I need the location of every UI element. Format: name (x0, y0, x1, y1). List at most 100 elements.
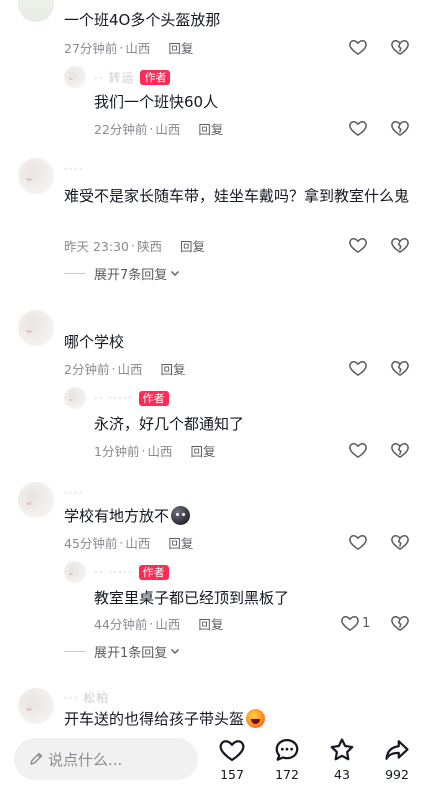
divider (64, 272, 86, 274)
dislike-button[interactable] (390, 36, 410, 58)
avatar[interactable] (18, 688, 54, 724)
like-button[interactable] (348, 357, 368, 379)
favorite-button[interactable]: 43 (319, 736, 365, 782)
dislike-button[interactable] (390, 357, 410, 379)
comment-text-content: 学校有地方放不 (64, 507, 170, 525)
author-name[interactable]: ··· 松柏 (64, 689, 109, 706)
author-name[interactable]: ·· 转运 (94, 69, 134, 86)
reply-text: 我们一个班快60人 (94, 93, 219, 111)
reply-meta: 44分钟前 · 山西 回复 (94, 614, 224, 633)
reply-author: ·· ····· 作者 (94, 563, 169, 581)
comment-meta: 昨天 23:30 · 陕西 回复 (64, 236, 206, 255)
avatar[interactable] (64, 66, 86, 88)
reply-author: ·· ····· 作者 (94, 389, 169, 407)
dislike-button[interactable] (390, 234, 410, 256)
reply-location: 山西 (155, 121, 181, 137)
broken-heart-icon (391, 238, 409, 253)
dislike-button[interactable] (390, 612, 410, 634)
reply-time: 44分钟前 (94, 616, 148, 632)
reply-meta: 1分钟前 · 山西 回复 (94, 441, 216, 460)
author-name[interactable]: ···· (64, 162, 83, 176)
like-button[interactable] (348, 117, 368, 139)
author-badge: 作者 (138, 390, 169, 406)
comments-button[interactable]: 172 (264, 736, 310, 782)
share-arrow-icon (385, 740, 409, 760)
reply-author: ·· 转运 作者 (94, 68, 171, 86)
reply-button[interactable]: 回复 (198, 119, 223, 138)
dislike-button[interactable] (390, 117, 410, 139)
avatar[interactable] (64, 387, 86, 409)
like-count: 1 (362, 615, 371, 631)
comment-text: 一个班4O多个头盔放那 (64, 11, 221, 29)
like-video-button[interactable]: 157 (209, 736, 255, 782)
avatar[interactable] (18, 310, 54, 346)
avatar[interactable] (64, 561, 86, 583)
comment-count: 172 (275, 767, 299, 782)
like-button[interactable] (348, 234, 368, 256)
reply-button[interactable]: 回复 (180, 236, 205, 255)
reply-button[interactable]: 回复 (168, 38, 193, 57)
comment-input[interactable]: 说点什么... (14, 738, 198, 780)
like-button[interactable] (348, 531, 368, 553)
broken-heart-icon (391, 40, 409, 55)
reply-button[interactable]: 回复 (198, 614, 223, 633)
author-name[interactable]: ·· ····· (94, 565, 133, 579)
comment-text-content: 开车送的也得给孩子带头盔 (64, 710, 245, 728)
reply-location: 山西 (147, 443, 173, 459)
comment-location: 陕西 (136, 238, 162, 254)
broken-heart-icon (391, 535, 409, 550)
comment-text: 哪个学校 (64, 333, 125, 351)
broken-heart-icon (391, 443, 409, 458)
comment-meta: 45分钟前 · 山西 回复 (64, 533, 194, 552)
heart-icon (349, 360, 367, 376)
divider (64, 650, 86, 652)
reply-button[interactable]: 回复 (168, 533, 193, 552)
author-badge: 作者 (138, 564, 169, 580)
heart-icon (349, 442, 367, 458)
author-badge: 作者 (140, 69, 171, 85)
chevron-down-icon (171, 271, 180, 276)
reply-time: 22分钟前 (94, 121, 148, 137)
heart-icon (349, 39, 367, 55)
comment-meta: 2分钟前 · 山西 回复 (64, 359, 186, 378)
comment-time: 27分钟前 (64, 40, 118, 56)
comment-location: 山西 (125, 40, 151, 56)
reply-button[interactable]: 回复 (160, 359, 185, 378)
angry-face-emoji-icon (246, 709, 266, 728)
avatar[interactable] (18, 158, 54, 194)
comment-time: 45分钟前 (64, 535, 118, 551)
reply-location: 山西 (155, 616, 181, 632)
comment-meta: 27分钟前 · 山西 回复 (64, 38, 194, 57)
like-button[interactable] (348, 439, 368, 461)
comment-time: 昨天 23:30 (64, 238, 129, 254)
chevron-down-icon (171, 649, 180, 654)
favorite-count: 43 (334, 767, 350, 782)
share-count: 992 (385, 767, 409, 782)
avatar[interactable] (18, 0, 54, 22)
like-button[interactable]: 1 (340, 612, 370, 634)
dislike-button[interactable] (390, 439, 410, 461)
expand-replies-button[interactable]: 展开1条回复 (64, 642, 181, 661)
comment-location: 山西 (125, 535, 151, 551)
author-name[interactable]: ·· ····· (94, 391, 133, 405)
pen-icon (30, 752, 43, 765)
share-button[interactable]: 992 (374, 736, 420, 782)
comment-time: 2分钟前 (64, 361, 110, 377)
like-button[interactable] (348, 36, 368, 58)
dislike-button[interactable] (390, 531, 410, 553)
comment-location: 山西 (117, 361, 143, 377)
broken-heart-icon (391, 616, 409, 631)
avatar[interactable] (18, 482, 54, 518)
comment-text: 学校有地方放不 (64, 504, 191, 528)
broken-heart-icon (391, 121, 409, 136)
comment-bubble-icon (275, 738, 299, 761)
reply-time: 1分钟前 (94, 443, 140, 459)
reply-text: 教室里桌子都已经顶到黑板了 (94, 589, 290, 607)
heart-icon (349, 120, 367, 136)
comment-author: ···· (64, 484, 83, 502)
expand-replies-button[interactable]: 展开7条回复 (64, 264, 181, 283)
reply-button[interactable]: 回复 (190, 441, 215, 460)
broken-heart-icon (391, 361, 409, 376)
expand-label: 展开7条回复 (94, 267, 168, 283)
author-name[interactable]: ···· (64, 486, 83, 500)
